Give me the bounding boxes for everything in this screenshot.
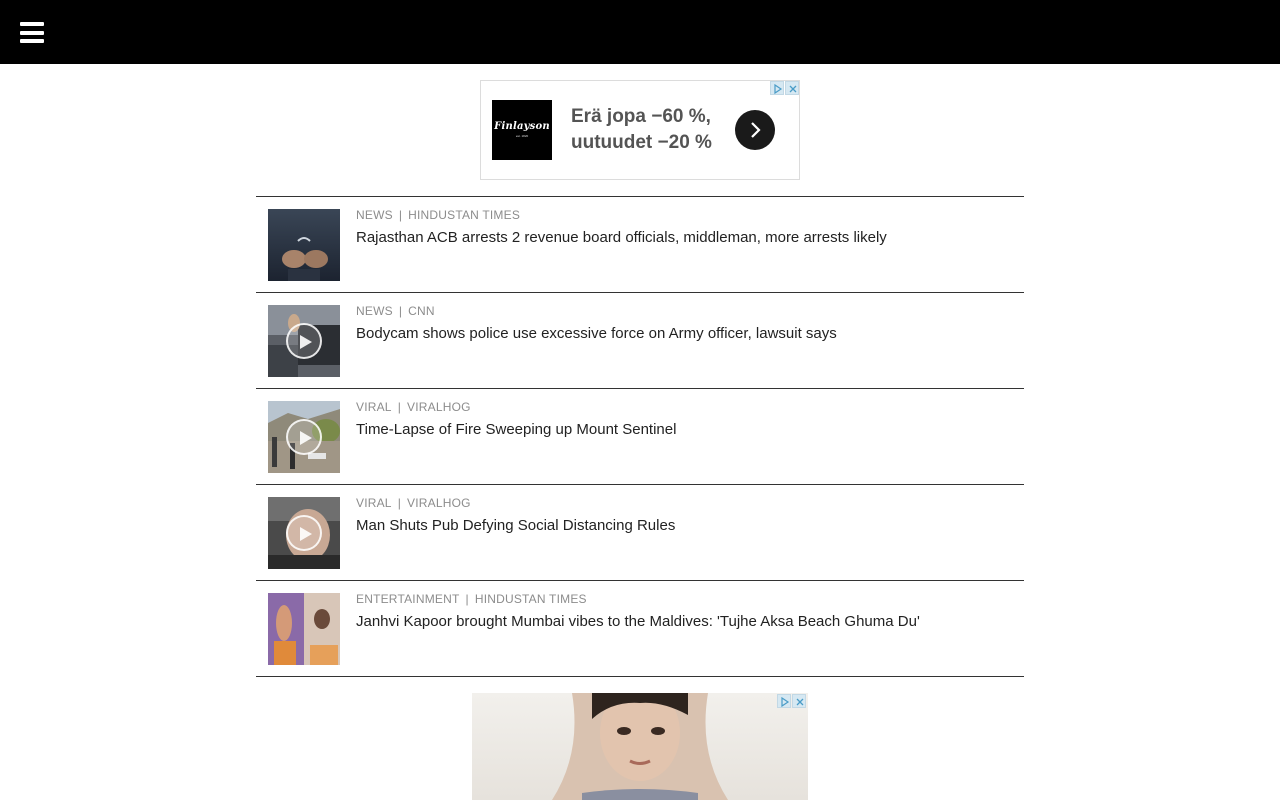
hamburger-menu-icon[interactable]	[20, 22, 44, 43]
article-title[interactable]: Rajasthan ACB arrests 2 revenue board of…	[356, 229, 887, 246]
article-meta: VIRAL | VIRALHOG	[356, 400, 471, 414]
article-source: CNN	[408, 304, 435, 318]
ad-image	[552, 693, 728, 800]
adchoices-icon[interactable]	[777, 694, 791, 708]
adchoices-icon[interactable]	[770, 81, 784, 95]
ad-text: Erä jopa −60 %, uutuudet −20 %	[571, 104, 712, 156]
article-source: VIRALHOG	[407, 496, 471, 510]
article-category: NEWS	[356, 304, 393, 318]
list-item[interactable]: NEWS | CNN Bodycam shows police use excess…	[256, 293, 1024, 389]
close-icon[interactable]	[785, 81, 799, 95]
ad-text-line-1: Erä jopa −60 %,	[571, 106, 711, 127]
article-meta: VIRAL | VIRALHOG	[356, 496, 471, 510]
ad-brand-logo: Finlayson est. 1820	[492, 100, 552, 160]
article-thumbnail[interactable]	[268, 209, 340, 281]
article-thumbnail[interactable]	[268, 497, 340, 569]
list-item[interactable]: VIRAL | VIRALHOG Man Shuts Pub Defying Soc…	[256, 485, 1024, 581]
article-title[interactable]: Janhvi Kapoor brought Mumbai vibes to th…	[356, 613, 920, 630]
list-item[interactable]: NEWS | HINDUSTAN TIMES Rajasthan ACB arres…	[256, 197, 1024, 293]
article-title[interactable]: Man Shuts Pub Defying Social Distancing …	[356, 517, 675, 534]
article-source: HINDUSTAN TIMES	[474, 592, 587, 606]
list-item[interactable]: VIRAL | VIRALHOG Time-Lapse of Fire Sweepi…	[256, 389, 1024, 485]
article-category: ENTERTAINMENT	[356, 592, 460, 606]
article-title[interactable]: Bodycam shows police use excessive force…	[356, 325, 837, 342]
article-meta: NEWS | CNN	[356, 304, 435, 318]
top-navigation-bar	[0, 0, 1280, 64]
ad-text-line-2: uutuudet −20 %	[571, 132, 712, 153]
article-list: NEWS | HINDUSTAN TIMES Rajasthan ACB arres…	[256, 196, 1024, 677]
play-icon[interactable]	[286, 323, 322, 359]
close-icon[interactable]	[792, 694, 806, 708]
bottom-banner-ad[interactable]	[472, 693, 808, 800]
article-thumbnail[interactable]	[268, 401, 340, 473]
article-meta: NEWS | HINDUSTAN TIMES	[356, 208, 521, 222]
article-thumbnail[interactable]	[268, 593, 340, 665]
article-category: VIRAL	[356, 496, 392, 510]
list-item[interactable]: ENTERTAINMENT | HINDUSTAN TIMES Janhvi Kap…	[256, 581, 1024, 677]
article-source: HINDUSTAN TIMES	[408, 208, 521, 222]
play-icon[interactable]	[286, 515, 322, 551]
article-meta: ENTERTAINMENT | HINDUSTAN TIMES	[356, 592, 587, 606]
article-category: NEWS	[356, 208, 393, 222]
play-icon[interactable]	[286, 419, 322, 455]
banner-ad[interactable]: Finlayson est. 1820 Erä jopa −60 %, uutu…	[480, 80, 800, 180]
article-thumbnail[interactable]	[268, 305, 340, 377]
article-source: VIRALHOG	[407, 400, 471, 414]
chevron-right-icon[interactable]	[735, 110, 775, 150]
article-title[interactable]: Time-Lapse of Fire Sweeping up Mount Sen…	[356, 421, 676, 438]
article-category: VIRAL	[356, 400, 392, 414]
